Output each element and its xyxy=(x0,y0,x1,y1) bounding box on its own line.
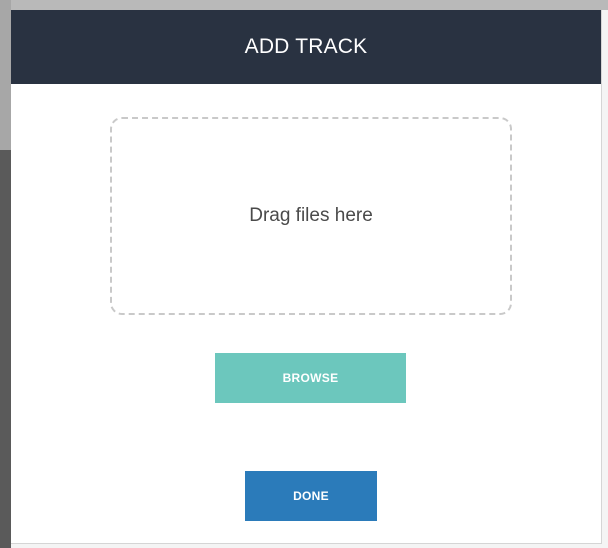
done-button[interactable]: DONE xyxy=(245,471,377,521)
modal-title: ADD TRACK xyxy=(244,35,368,58)
modal-header: ADD TRACK xyxy=(11,10,601,84)
backdrop-top xyxy=(0,0,608,10)
dropzone-text: Drag files here xyxy=(249,205,373,226)
file-dropzone[interactable]: Drag files here xyxy=(110,117,512,315)
add-track-modal: ADD TRACK Drag files here BROWSE DONE xyxy=(11,10,602,544)
backdrop-shade-top xyxy=(0,0,11,150)
backdrop-shade-bottom xyxy=(0,150,11,548)
backdrop-left xyxy=(0,0,11,548)
browse-button[interactable]: BROWSE xyxy=(215,353,406,403)
